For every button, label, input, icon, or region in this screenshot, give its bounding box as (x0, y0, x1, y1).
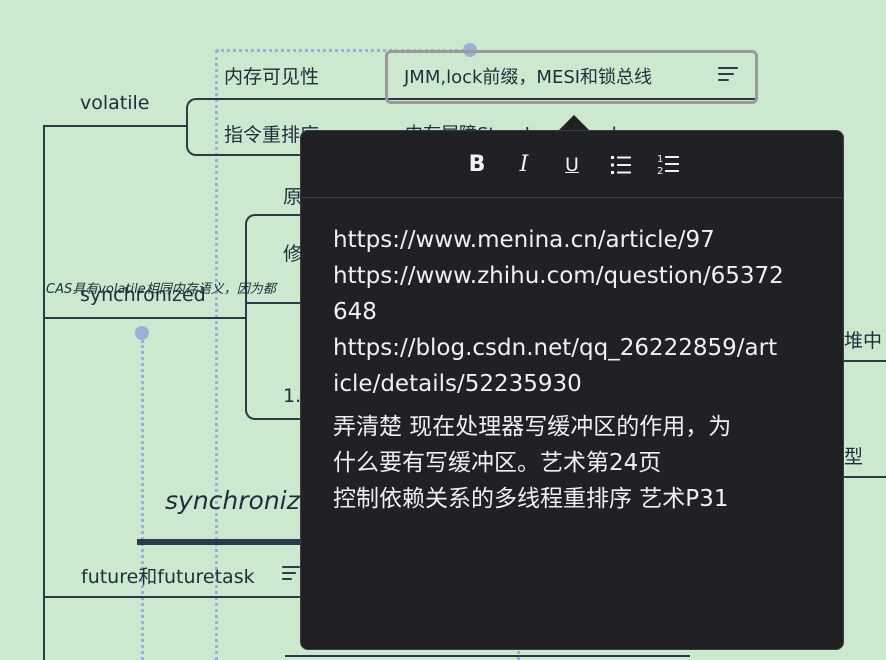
connector (844, 476, 886, 478)
topic-right-partial[interactable]: 堆中 (844, 326, 882, 353)
svg-text:1: 1 (657, 154, 663, 165)
connector (844, 360, 886, 362)
topic-memory-visibility[interactable]: 内存可见性 (224, 62, 319, 89)
notes-icon[interactable] (282, 566, 302, 580)
connector (186, 98, 216, 156)
note-line[interactable]: 弄清楚 现在处理器写缓冲区的作用，为 (333, 407, 731, 441)
connector (43, 317, 247, 319)
notes-editor-popup[interactable]: B I U 1 2 https://www.menina.cn/article/… (300, 130, 844, 650)
connector (245, 302, 301, 304)
note-line[interactable]: https://www.menina.cn/article/97 (333, 227, 715, 253)
connector (200, 98, 386, 100)
connector (43, 596, 301, 598)
relationship-line (141, 340, 144, 660)
italic-button[interactable]: I (508, 149, 540, 181)
connector (137, 539, 301, 545)
connector (285, 655, 690, 657)
underline-button[interactable]: U (556, 149, 588, 181)
connector (200, 154, 300, 156)
bullet-list-icon[interactable] (605, 149, 637, 181)
note-line[interactable]: https://blog.csdn.net/qq_26222859/art (333, 335, 777, 361)
note-line[interactable]: https://www.zhihu.com/question/65372 (333, 263, 784, 289)
note-line[interactable]: icle/details/52235930 (333, 371, 582, 397)
numbered-list-icon[interactable]: 1 2 (652, 149, 684, 181)
note-line[interactable]: 648 (333, 299, 377, 325)
connector (43, 125, 177, 127)
note-line[interactable]: 控制依赖关系的多线程重排序 艺术P31 (333, 479, 728, 513)
topic-right-partial[interactable]: 型 (844, 442, 863, 469)
popup-pointer (558, 115, 590, 131)
bold-button[interactable]: B (461, 149, 493, 181)
relationship-handle[interactable] (135, 326, 149, 340)
svg-text:2: 2 (657, 166, 663, 177)
selected-topic-outline[interactable] (385, 50, 758, 104)
topic-cas-note[interactable]: CAS具有volatile相同内存语义，因为都 (46, 278, 276, 297)
topic-future[interactable]: future和futuretask (81, 562, 255, 589)
note-line[interactable]: 什么要有写缓冲区。艺术第24页 (333, 443, 661, 477)
formatting-toolbar: B I U 1 2 (301, 131, 843, 198)
topic-volatile[interactable]: volatile (80, 92, 150, 114)
connector (43, 125, 45, 660)
sync-heading[interactable]: synchroniz (165, 486, 300, 515)
topic-partial[interactable]: 1. (283, 385, 301, 407)
